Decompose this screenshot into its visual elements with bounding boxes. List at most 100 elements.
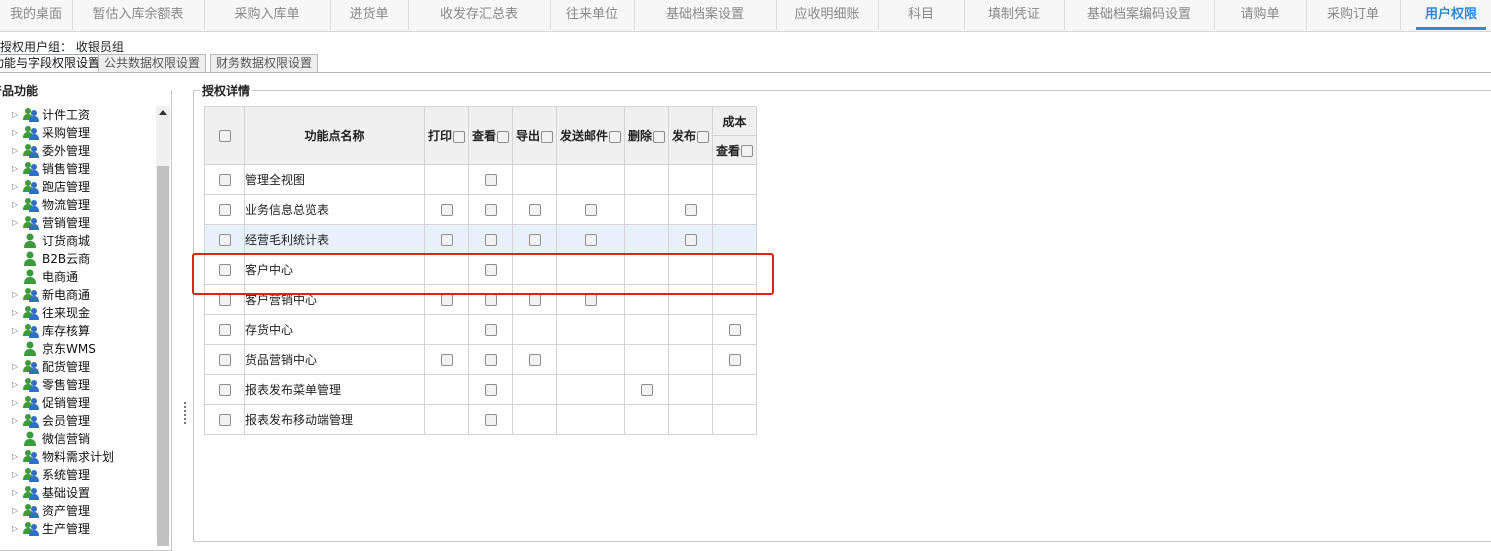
expand-arrow-icon[interactable]: ▷: [12, 106, 18, 124]
tree-item[interactable]: ▷ 促销管理: [0, 394, 158, 412]
tree-item[interactable]: 电商通: [0, 268, 158, 286]
row-select-checkbox[interactable]: [218, 414, 231, 426]
tab-my-desktop[interactable]: 我的桌面: [0, 0, 73, 30]
expand-arrow-icon[interactable]: ▷: [12, 160, 18, 178]
expand-arrow-icon[interactable]: ▷: [12, 412, 18, 430]
row-select-checkbox[interactable]: [218, 174, 231, 186]
export-checkbox[interactable]: [528, 204, 541, 216]
tree-item[interactable]: ▷ 采购管理: [0, 124, 158, 142]
view-checkbox[interactable]: [484, 354, 497, 366]
expand-arrow-icon[interactable]: ▷: [12, 178, 18, 196]
expand-arrow-icon[interactable]: ▷: [12, 358, 18, 376]
tab-archive-code-settings[interactable]: 基础档案编码设置: [1064, 0, 1215, 30]
tab-fill-voucher[interactable]: 填制凭证: [964, 0, 1065, 30]
publish-checkbox[interactable]: [684, 204, 697, 216]
tree-item[interactable]: ▷ 往来现金: [0, 304, 158, 322]
print-checkbox[interactable]: [440, 234, 453, 246]
tab-purchase-order[interactable]: 采购订单: [1306, 0, 1401, 30]
expand-arrow-icon[interactable]: ▷: [12, 448, 18, 466]
publish-all-checkbox[interactable]: [697, 130, 709, 143]
expand-arrow-icon[interactable]: ▷: [12, 214, 18, 232]
tab-finance-data-permissions[interactable]: 财务数据权限设置: [210, 54, 319, 72]
row-select-checkbox[interactable]: [218, 354, 231, 366]
permission-row[interactable]: 经营毛利统计表: [204, 224, 757, 255]
expand-arrow-icon[interactable]: ▷: [12, 484, 18, 502]
row-select-checkbox[interactable]: [218, 384, 231, 396]
permission-row[interactable]: 货品营销中心: [204, 344, 757, 375]
print-all-checkbox[interactable]: [453, 130, 465, 143]
tree-item[interactable]: ▷ 营销管理: [0, 214, 158, 232]
tree-item[interactable]: ▷ 会员管理: [0, 412, 158, 430]
tab-function-field-permissions[interactable]: 功能与字段权限设置: [0, 54, 107, 72]
cost-view-checkbox[interactable]: [728, 354, 741, 366]
permission-row[interactable]: 管理全视图: [204, 164, 757, 195]
export-all-checkbox[interactable]: [541, 130, 553, 143]
tree-item[interactable]: ▷ 基础设置: [0, 484, 158, 502]
permission-row[interactable]: 存货中心: [204, 314, 757, 345]
row-select-checkbox[interactable]: [218, 234, 231, 246]
email-checkbox[interactable]: [584, 234, 597, 246]
tree-item[interactable]: ▷ 生产管理: [0, 520, 158, 538]
permission-row[interactable]: 报表发布菜单管理: [204, 374, 757, 405]
expand-arrow-icon[interactable]: ▷: [12, 142, 18, 160]
tree-item[interactable]: ▷ 资产管理: [0, 502, 158, 520]
view-checkbox[interactable]: [484, 234, 497, 246]
view-checkbox[interactable]: [484, 294, 497, 306]
tab-purchase-receipt[interactable]: 采购入库单: [204, 0, 331, 30]
expand-arrow-icon[interactable]: ▷: [12, 502, 18, 520]
print-checkbox[interactable]: [440, 354, 453, 366]
tree-item[interactable]: ▷ 委外管理: [0, 142, 158, 160]
tree-item[interactable]: 订货商城: [0, 232, 158, 250]
tree-scrollbar[interactable]: [156, 106, 170, 546]
export-checkbox[interactable]: [528, 354, 541, 366]
tree-item[interactable]: ▷ 销售管理: [0, 160, 158, 178]
tree-item[interactable]: ▷ 零售管理: [0, 376, 158, 394]
tree-item[interactable]: 京东WMS: [0, 340, 158, 358]
view-checkbox[interactable]: [484, 414, 497, 426]
expand-arrow-icon[interactable]: ▷: [12, 376, 18, 394]
tree-item[interactable]: ▷ 库存核算: [0, 322, 158, 340]
publish-checkbox[interactable]: [684, 234, 697, 246]
export-checkbox[interactable]: [528, 294, 541, 306]
tab-trading-units[interactable]: 往来单位: [550, 0, 635, 30]
tab-requisition[interactable]: 请购单: [1214, 0, 1307, 30]
permission-row[interactable]: 报表发布移动端管理: [204, 404, 757, 435]
tree-item[interactable]: ▷ 计件工资: [0, 106, 158, 124]
view-checkbox[interactable]: [484, 384, 497, 396]
email-checkbox[interactable]: [584, 294, 597, 306]
tab-goods-receipt[interactable]: 进货单: [330, 0, 409, 30]
tab-basic-archive-settings[interactable]: 基础档案设置: [634, 0, 777, 30]
tree-item[interactable]: ▷ 配货管理: [0, 358, 158, 376]
view-all-checkbox[interactable]: [497, 130, 509, 143]
view-checkbox[interactable]: [484, 174, 497, 186]
tree-item[interactable]: ▷ 系统管理: [0, 466, 158, 484]
select-all-checkbox[interactable]: [218, 130, 231, 142]
print-checkbox[interactable]: [440, 204, 453, 216]
print-checkbox[interactable]: [440, 294, 453, 306]
permission-row[interactable]: 业务信息总览表: [204, 194, 757, 225]
view-checkbox[interactable]: [484, 324, 497, 336]
scrollbar-thumb[interactable]: [157, 166, 169, 546]
panel-splitter-handle[interactable]: [182, 400, 188, 428]
row-select-checkbox[interactable]: [218, 294, 231, 306]
row-select-checkbox[interactable]: [218, 324, 231, 336]
expand-arrow-icon[interactable]: ▷: [12, 394, 18, 412]
tab-receivable-ledger[interactable]: 应收明细账: [776, 0, 879, 30]
delete-checkbox[interactable]: [640, 384, 653, 396]
expand-arrow-icon[interactable]: ▷: [12, 196, 18, 214]
tree-item[interactable]: ▷ 跑店管理: [0, 178, 158, 196]
tab-estimated-stock-balance[interactable]: 暂估入库余额表: [72, 0, 205, 30]
expand-arrow-icon[interactable]: ▷: [12, 304, 18, 322]
tree-item[interactable]: 微信营销: [0, 430, 158, 448]
tab-accounts[interactable]: 科目: [878, 0, 965, 30]
expand-arrow-icon[interactable]: ▷: [12, 124, 18, 142]
expand-arrow-icon[interactable]: ▷: [12, 520, 18, 538]
tree-item[interactable]: ▷ 新电商通: [0, 286, 158, 304]
email-checkbox[interactable]: [584, 204, 597, 216]
row-select-checkbox[interactable]: [218, 204, 231, 216]
tab-user-permissions[interactable]: 用户权限: [1416, 0, 1486, 30]
expand-arrow-icon[interactable]: ▷: [12, 286, 18, 304]
delete-all-checkbox[interactable]: [653, 130, 665, 143]
email-all-checkbox[interactable]: [609, 130, 621, 143]
cost-view-all-checkbox[interactable]: [741, 145, 753, 157]
